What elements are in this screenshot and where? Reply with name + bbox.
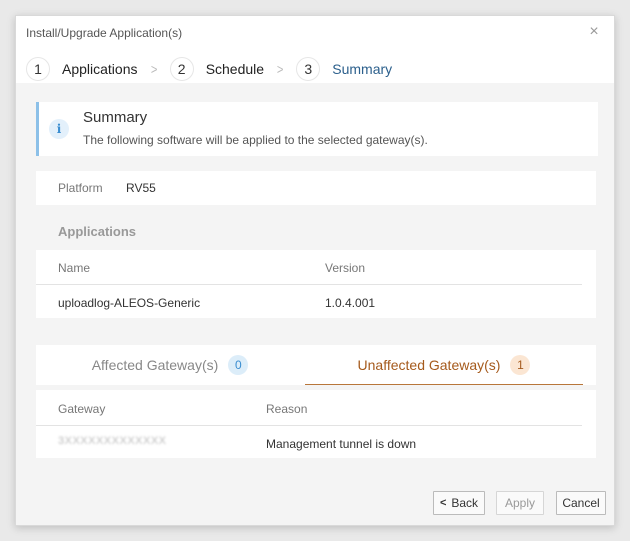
count-badge: 0 (228, 355, 249, 375)
info-icon: i (49, 119, 69, 139)
applications-table: Name Version uploadlog-ALEOS-Generic 1.0… (36, 250, 596, 318)
tab-affected-gateways[interactable]: Affected Gateway(s) 0 (36, 345, 304, 385)
close-icon[interactable]: × (586, 24, 602, 40)
step-label: Applications (62, 61, 138, 77)
step-schedule[interactable]: 2 Schedule (169, 54, 265, 84)
tab-label: Affected Gateway(s) (91, 357, 219, 373)
cancel-button[interactable]: Cancel (556, 491, 606, 515)
back-label: Back (451, 496, 479, 510)
dialog-content: i Summary The following software will be… (16, 83, 614, 525)
summary-panel: i Summary The following software will be… (36, 102, 598, 156)
column-header-version: Version (325, 261, 366, 275)
back-button[interactable]: < Back (433, 491, 485, 515)
step-number: 1 (26, 57, 50, 81)
step-applications[interactable]: 1 Applications (26, 54, 138, 84)
summary-title: Summary (83, 109, 148, 126)
column-header-reason: Reason (266, 402, 308, 416)
app-name-cell: uploadlog-ALEOS-Generic (58, 296, 201, 310)
column-header-gateway: Gateway (58, 402, 106, 416)
count-badge: 1 (510, 354, 531, 375)
chevron-right-icon: > (150, 61, 157, 77)
tab-unaffected-gateways[interactable]: Unaffected Gateway(s) 1 (305, 345, 583, 385)
platform-label: Platform (58, 181, 103, 195)
tab-label: Unaffected Gateway(s) (357, 356, 501, 373)
install-upgrade-dialog: Install/Upgrade Application(s) × 1 Appli… (15, 15, 615, 526)
chevron-left-icon: < (439, 497, 447, 509)
summary-text: The following software will be applied t… (83, 133, 428, 147)
gateway-cell-redacted: 3XXXXXXXXXXXXX (58, 435, 167, 447)
applications-heading: Applications (58, 224, 137, 239)
column-header-name: Name (58, 261, 91, 275)
step-number: 3 (296, 57, 321, 81)
step-number: 2 (169, 57, 194, 81)
reason-cell: Management tunnel is down (266, 437, 417, 451)
platform-row: Platform RV55 (36, 171, 596, 205)
table-header: Gateway Reason (36, 390, 582, 426)
dialog-title: Install/Upgrade Application(s) (26, 26, 183, 40)
apply-button[interactable]: Apply (496, 491, 544, 515)
table-header: Name Version (36, 250, 582, 285)
step-summary[interactable]: 3 Summary (296, 54, 399, 85)
step-label: Schedule (205, 61, 265, 77)
chevron-right-icon: > (276, 61, 284, 77)
gateway-tabs: Affected Gateway(s) 0 Unaffected Gateway… (36, 345, 596, 385)
app-version-cell: 1.0.4.001 (325, 296, 376, 310)
platform-value: RV55 (126, 181, 156, 195)
gateways-table: Gateway Reason 3XXXXXXXXXXXXX Management… (36, 390, 596, 458)
wizard-steps: 1 Applications > 2 Schedule > 3 Summary (26, 54, 399, 85)
step-label: Summary (332, 61, 393, 77)
